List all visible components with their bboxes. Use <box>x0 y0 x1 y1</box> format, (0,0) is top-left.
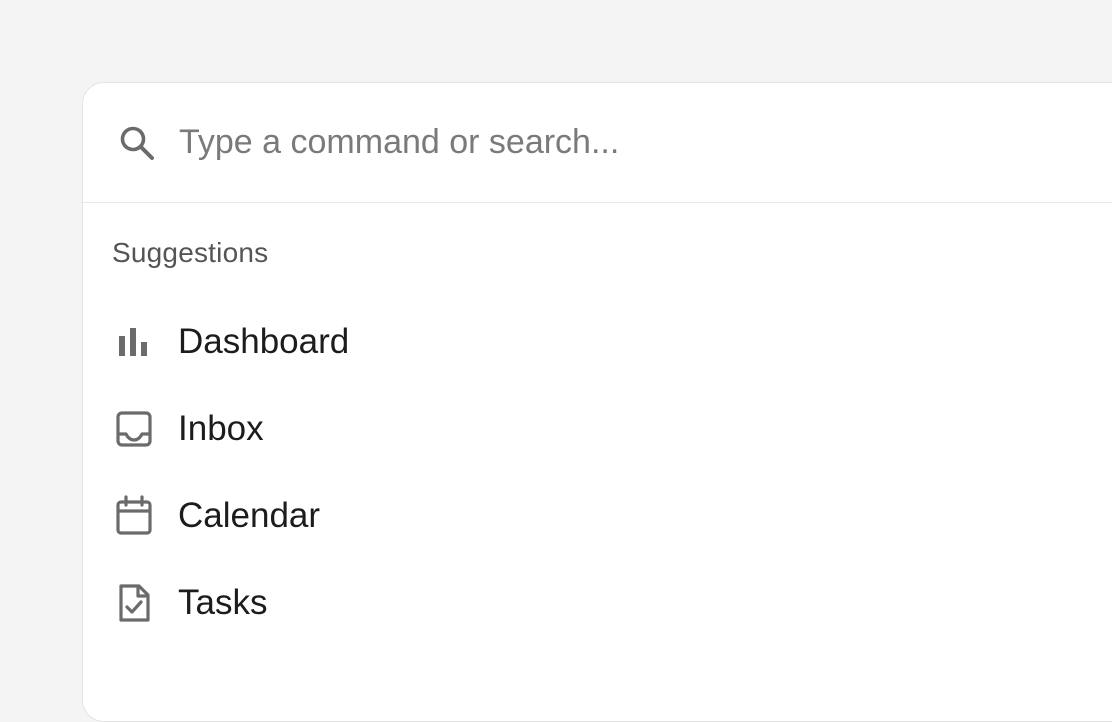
suggestion-item-dashboard[interactable]: Dashboard <box>83 298 1112 385</box>
suggestion-item-tasks[interactable]: Tasks <box>83 559 1112 646</box>
suggestion-label: Calendar <box>178 495 321 535</box>
suggestion-label: Tasks <box>178 582 268 622</box>
search-icon <box>117 123 157 163</box>
suggestion-item-calendar[interactable]: Calendar <box>83 472 1112 559</box>
calendar-icon <box>112 494 156 538</box>
bar-chart-icon <box>112 320 156 364</box>
suggestions-heading: Suggestions <box>112 237 269 268</box>
command-palette: Suggestions Dashboard Inbox <box>82 82 1112 722</box>
suggestion-label: Dashboard <box>178 321 350 361</box>
inbox-icon <box>112 407 156 451</box>
search-input[interactable] <box>179 123 1112 162</box>
suggestion-item-inbox[interactable]: Inbox <box>83 385 1112 472</box>
suggestion-label: Inbox <box>178 408 264 448</box>
search-bar <box>83 83 1112 203</box>
task-document-icon <box>112 581 156 625</box>
